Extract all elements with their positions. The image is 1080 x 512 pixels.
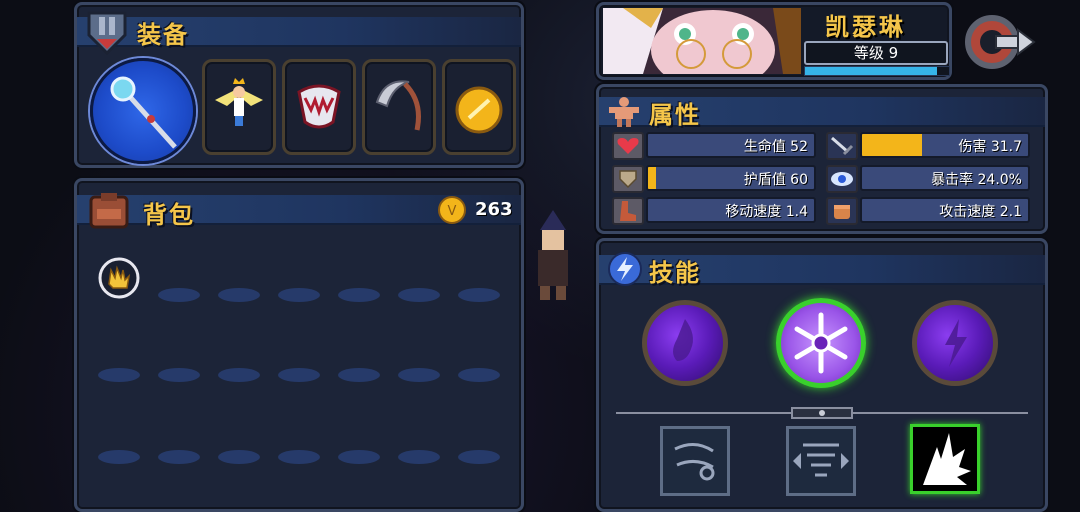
shatter-icon	[923, 433, 971, 485]
xp-bar-fill	[805, 67, 938, 75]
skills-title: 技能	[649, 259, 701, 287]
golden-glove-icon	[98, 257, 140, 299]
scythe-icon	[375, 80, 421, 131]
backpack-slot[interactable]	[158, 368, 200, 382]
fist-icon	[834, 205, 850, 219]
skill-orb-icon	[607, 251, 643, 291]
angel-figurine-icon	[215, 78, 263, 126]
stat-move-iconbox	[612, 197, 644, 225]
attributes-title: 属性	[649, 101, 701, 129]
stat-crit-label: 暴击率 24.0%	[931, 172, 1022, 188]
backpack-slot[interactable]	[98, 450, 140, 464]
coin-counter: V 263	[437, 195, 517, 225]
level-label: 等级 9	[804, 41, 948, 65]
backpack-slot[interactable]	[98, 368, 140, 382]
exit-button[interactable]	[962, 6, 1036, 80]
backpack-slot[interactable]	[338, 288, 380, 302]
backpack-slot[interactable]	[398, 368, 440, 382]
equip-slot-coin[interactable]	[442, 59, 516, 155]
backpack-slot[interactable]	[218, 368, 260, 382]
backpack-slot[interactable]	[338, 368, 380, 382]
sword-icon	[831, 136, 854, 156]
stat-move-bar: 移动速度 1.4	[646, 197, 816, 223]
heart-icon	[617, 138, 639, 154]
return-arrow-icon	[965, 15, 1036, 69]
character-portrait	[603, 8, 801, 74]
body-figure-icon	[609, 95, 639, 131]
stat-move-label: 移动速度 1.4	[725, 204, 808, 220]
equip-slot-relic[interactable]	[202, 59, 276, 155]
stat-atkspeed-iconbox	[826, 197, 858, 225]
backpack-slot[interactable]	[278, 450, 320, 464]
skill-slot-2-selected[interactable]	[776, 298, 866, 388]
snowflake-icon	[794, 312, 848, 374]
lightning-rune-icon	[945, 319, 967, 367]
backpack-slot[interactable]	[338, 450, 380, 464]
skill-slot-3[interactable]	[912, 300, 998, 386]
character-card: 凯瑟琳 等级 9	[596, 2, 952, 80]
skills-divider	[612, 404, 1032, 419]
backpack-slot[interactable]	[398, 288, 440, 302]
stat-damage-label: 伤害 31.7	[958, 139, 1022, 155]
character-name: 凯瑟琳	[825, 13, 906, 41]
equip-slot-fang[interactable]	[282, 59, 356, 155]
backpack-slot[interactable]	[218, 288, 260, 302]
passive-skill-3-selected[interactable]	[910, 424, 980, 494]
boot-icon	[620, 201, 636, 221]
stat-hp-iconbox	[612, 132, 644, 160]
gold-medal-icon	[455, 86, 503, 134]
stat-crit-iconbox	[826, 165, 858, 193]
fang-jaw-icon	[297, 84, 341, 129]
backpack-item-glove[interactable]	[97, 256, 141, 300]
equipment-title: 装备	[137, 21, 189, 49]
helmet-icon	[85, 9, 129, 61]
xp-bar	[804, 66, 950, 76]
stat-damage-bar: 伤害 31.7	[860, 132, 1030, 158]
stat-armor-bar: 护盾值 60	[646, 165, 816, 191]
skill-slot-1[interactable]	[642, 300, 728, 386]
stat-damage-iconbox	[826, 132, 858, 160]
gold-coin-icon: V	[438, 196, 466, 224]
backpack-slot[interactable]	[278, 368, 320, 382]
staff-icon	[110, 76, 177, 149]
backpack-slot[interactable]	[458, 450, 500, 464]
shield-icon	[619, 170, 637, 189]
backpack-slot[interactable]	[218, 450, 260, 464]
stat-armor-fill	[648, 167, 657, 189]
stat-crit-bar: 暴击率 24.0%	[860, 165, 1030, 191]
stat-damage-fill	[862, 134, 922, 156]
whirlwind-icon	[674, 443, 715, 481]
backpack-slot[interactable]	[458, 288, 500, 302]
coin-count: 263	[475, 199, 513, 220]
equip-slot-scythe[interactable]	[362, 59, 436, 155]
backpack-slot[interactable]	[398, 450, 440, 464]
player-sprite	[528, 210, 578, 310]
eye-icon	[831, 172, 853, 186]
stat-atkspeed-bar: 攻击速度 2.1	[860, 197, 1030, 223]
stat-hp-bar: 生命值 52	[646, 132, 816, 158]
flame-rune-icon	[673, 319, 693, 361]
tornado-icon	[793, 443, 849, 477]
backpack-slot[interactable]	[458, 368, 500, 382]
stat-armor-iconbox	[612, 165, 644, 193]
stat-atkspeed-label: 攻击速度 2.1	[939, 204, 1022, 220]
weapon-slot-staff[interactable]	[90, 58, 196, 164]
backpack-slot[interactable]	[158, 450, 200, 464]
backpack-slot[interactable]	[278, 288, 320, 302]
passive-skill-1[interactable]	[660, 426, 730, 496]
passive-skill-2[interactable]	[786, 426, 856, 496]
backpack-icon	[87, 191, 131, 235]
stat-armor-label: 护盾值 60	[743, 172, 808, 188]
stat-hp-label: 生命值 52	[743, 139, 808, 155]
backpack-slot[interactable]	[158, 288, 200, 302]
backpack-title: 背包	[143, 201, 195, 229]
svg-text:V: V	[448, 204, 457, 219]
